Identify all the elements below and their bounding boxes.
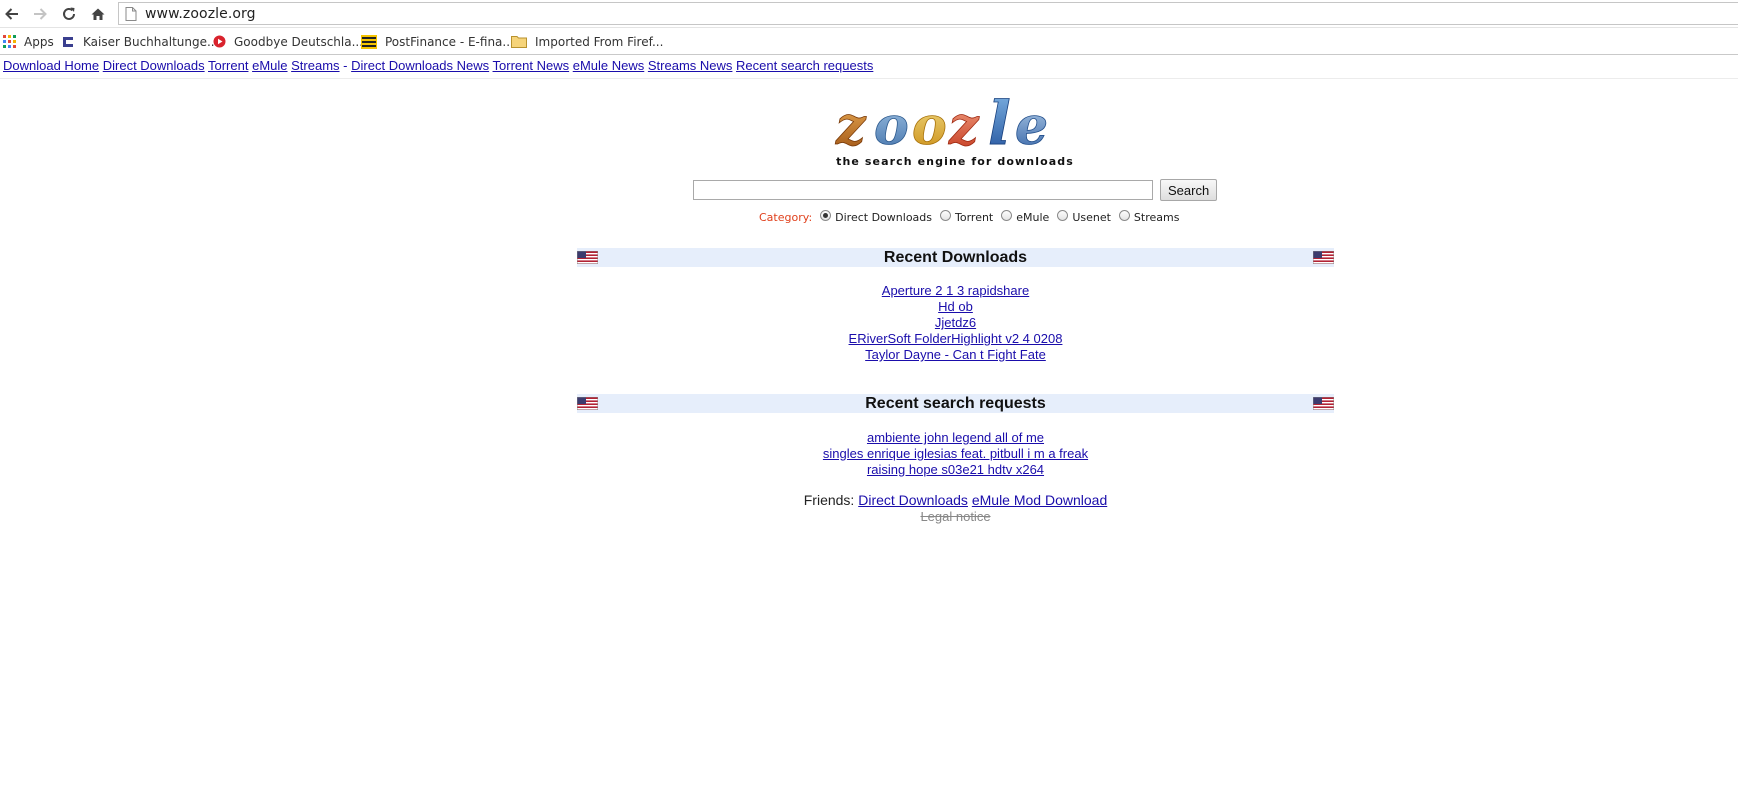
nav-separator: - [343, 58, 348, 73]
friends-line: Friends: Direct Downloads eMule Mod Down… [577, 492, 1334, 508]
category-option-direct-downloads[interactable]: Direct Downloads [820, 209, 932, 224]
category-option-label: Streams [1133, 210, 1180, 224]
svg-text:l: l [988, 89, 1011, 154]
nav-direct-downloads[interactable]: Direct Downloads [103, 58, 205, 73]
nav-emule[interactable]: eMule [252, 58, 287, 73]
nav-divider [0, 78, 1738, 79]
browser-toolbar: www.zoozle.org [0, 0, 1738, 28]
nav-recent-search-requests[interactable]: Recent search requests [736, 58, 873, 73]
search-input[interactable] [693, 180, 1153, 200]
recent-searches-title: Recent search requests [865, 395, 1046, 412]
bookmark-label: PostFinance - E-fina... [385, 34, 514, 49]
radio-button[interactable] [1001, 209, 1013, 221]
reload-button[interactable] [58, 3, 80, 25]
category-option-usenet[interactable]: Usenet [1057, 209, 1111, 224]
recent-search-link[interactable]: raising hope s03e21 hdtv x264 [577, 462, 1334, 478]
forward-button[interactable] [29, 3, 51, 25]
bookmark-kaiser[interactable]: Kaiser Buchhaltunge... [63, 33, 218, 50]
nav-emule-news[interactable]: eMule News [573, 58, 645, 73]
recent-searches-header: Recent search requests [577, 394, 1334, 413]
svg-text:z: z [835, 96, 867, 154]
nav-torrent-news[interactable]: Torrent News [493, 58, 570, 73]
radio-button[interactable] [1057, 209, 1069, 221]
recent-downloads-list: Aperture 2 1 3 rapidshare Hd ob Jjetdz6 … [577, 283, 1334, 363]
folder-icon [511, 36, 527, 48]
category-label: Category: [759, 210, 813, 224]
svg-text:o: o [912, 96, 947, 154]
friends-label: Friends: [803, 492, 855, 508]
category-option-emule[interactable]: eMule [1001, 209, 1050, 224]
search-form: Search [693, 178, 1218, 202]
zoozle-logo-graphic: z o o z l e [835, 89, 1049, 160]
zoozle-logo[interactable]: z o o z l e the search engine for downlo… [830, 88, 1080, 172]
legal-notice[interactable]: Legal notice [577, 509, 1334, 524]
back-button[interactable] [1, 3, 23, 25]
svg-text:e: e [1015, 96, 1048, 154]
recent-downloads-header: Recent Downloads [577, 248, 1334, 267]
reload-icon [63, 7, 75, 20]
nav-streams[interactable]: Streams [291, 58, 339, 73]
bookmark-label: Kaiser Buchhaltunge... [83, 34, 219, 49]
search-button[interactable]: Search [1160, 179, 1218, 201]
recent-searches-list: ambiente john legend all of me singles e… [577, 430, 1334, 478]
us-flag-icon [1313, 251, 1334, 264]
recent-search-link[interactable]: ambiente john legend all of me [577, 430, 1334, 446]
recent-download-link[interactable]: ERiverSoft FolderHighlight v2 4 0208 [577, 331, 1334, 347]
recent-search-link[interactable]: singles enrique iglesias feat. pitbull i… [577, 446, 1334, 462]
radio-button[interactable] [1118, 209, 1130, 221]
bookmark-label: Goodbye Deutschla... [234, 34, 364, 49]
recent-download-link[interactable]: Aperture 2 1 3 rapidshare [577, 283, 1334, 299]
us-flag-icon [1313, 397, 1334, 410]
page-icon [125, 6, 137, 21]
url-text: www.zoozle.org [145, 5, 256, 22]
category-selector: Category: Direct Downloads Torrent eMule… [759, 208, 1187, 226]
apps-grid-icon [3, 35, 16, 48]
home-icon [91, 8, 105, 20]
nav-streams-news[interactable]: Streams News [648, 58, 733, 73]
bookmarks-bar: Apps Kaiser Buchhaltunge... Goodbye Deut… [0, 28, 1738, 55]
address-bar[interactable]: www.zoozle.org [118, 2, 1738, 25]
logo-tagline: the search engine for downloads [836, 155, 1074, 168]
postfinance-favicon [361, 34, 377, 49]
forward-arrow-icon [34, 8, 47, 20]
nav-download-home[interactable]: Download Home [3, 58, 99, 73]
radio-button[interactable] [940, 209, 951, 221]
bookmark-label: Apps [24, 34, 54, 49]
recent-download-link[interactable]: Jjetdz6 [577, 315, 1334, 331]
bookmark-postfinance[interactable]: PostFinance - E-fina... [361, 33, 514, 50]
bookmark-apps[interactable]: Apps [3, 33, 54, 50]
recent-download-link[interactable]: Hd ob [577, 299, 1334, 315]
top-navigation: Download Home Direct Downloads Torrent e… [3, 58, 873, 74]
category-option-label: eMule [1016, 210, 1050, 224]
svg-text:z: z [948, 96, 980, 154]
category-option-label: Direct Downloads [835, 210, 932, 224]
category-option-label: Usenet [1072, 210, 1111, 224]
home-button[interactable] [87, 3, 109, 25]
nav-torrent[interactable]: Torrent [208, 58, 248, 73]
svg-text:o: o [874, 96, 909, 154]
nav-direct-downloads-news[interactable]: Direct Downloads News [351, 58, 489, 73]
recent-download-link[interactable]: Taylor Dayne - Can t Fight Fate [577, 347, 1334, 363]
goodbye-favicon [213, 35, 226, 48]
category-option-streams[interactable]: Streams [1118, 209, 1180, 224]
bookmark-imported-folder[interactable]: Imported From Firef... [511, 33, 663, 50]
radio-button-checked[interactable] [820, 209, 832, 221]
friend-link-emule-mod-download[interactable]: eMule Mod Download [972, 492, 1107, 508]
friend-link-direct-downloads[interactable]: Direct Downloads [858, 492, 968, 508]
bookmark-label: Imported From Firef... [535, 34, 664, 49]
recent-downloads-title: Recent Downloads [883, 249, 1028, 266]
category-option-label: Torrent [955, 210, 994, 224]
bookmark-goodbye[interactable]: Goodbye Deutschla... [213, 33, 363, 50]
category-option-torrent[interactable]: Torrent [940, 209, 994, 224]
back-arrow-icon [5, 8, 18, 20]
kaiser-favicon [63, 36, 73, 47]
